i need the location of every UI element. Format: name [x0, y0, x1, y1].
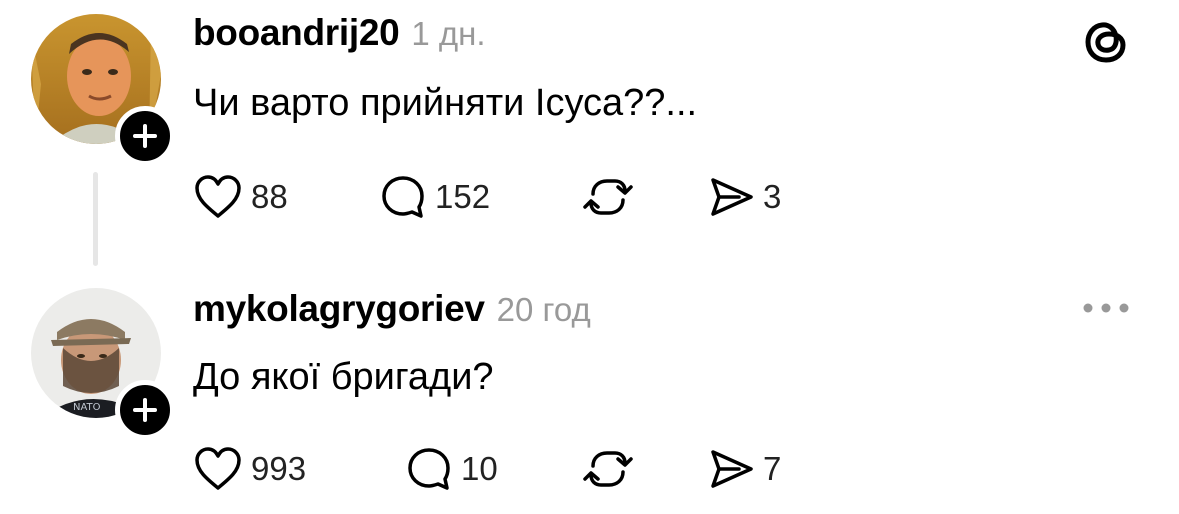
repost-button[interactable]	[583, 444, 633, 494]
reply-button[interactable]: 152	[379, 172, 490, 222]
post-actions: 88 152 3	[193, 172, 833, 222]
heart-icon	[195, 447, 241, 490]
send-icon	[711, 178, 753, 216]
post-2: NATO mykolagrygoriev 20 год До якої бриг…	[0, 270, 1179, 514]
post-1: booandrij20 1 дн. Чи варто прийняти Ісус…	[0, 0, 1179, 270]
more-options-icon[interactable]	[1080, 298, 1132, 318]
repost-icon	[583, 179, 633, 215]
repost-button[interactable]	[583, 172, 633, 222]
avatar-container	[31, 14, 175, 166]
post-header: booandrij20 1 дн.	[193, 12, 486, 62]
like-count: 88	[251, 178, 288, 215]
like-count: 993	[251, 450, 307, 487]
svg-text:NATO: NATO	[73, 402, 101, 413]
share-count: 3	[763, 178, 782, 215]
username[interactable]: mykolagrygoriev	[193, 288, 485, 330]
thread-connector-line	[93, 172, 98, 266]
post-time: 20 год	[496, 291, 591, 328]
post-actions: 993 10 7	[193, 444, 833, 494]
repost-icon	[583, 451, 633, 487]
like-button[interactable]: 993	[193, 444, 306, 494]
post-time: 1 дн.	[411, 15, 486, 52]
like-button[interactable]: 88	[193, 172, 288, 222]
heart-icon	[195, 175, 241, 218]
reply-button[interactable]: 10	[405, 444, 498, 494]
post-text: Чи варто прийняти Ісуса??...	[193, 82, 698, 124]
post-text: До якої бригади?	[193, 356, 494, 398]
follow-plus-icon[interactable]	[115, 380, 175, 440]
send-icon	[711, 450, 753, 488]
share-button[interactable]: 3	[709, 172, 781, 222]
avatar-container: NATO	[31, 288, 175, 440]
post-header: mykolagrygoriev 20 год	[193, 288, 591, 338]
comment-icon	[382, 176, 424, 218]
share-count: 7	[763, 450, 782, 487]
threads-logo-icon[interactable]	[1082, 14, 1130, 66]
reply-count: 10	[461, 450, 498, 487]
follow-plus-icon[interactable]	[115, 106, 175, 166]
username[interactable]: booandrij20	[193, 12, 400, 54]
share-button[interactable]: 7	[709, 444, 781, 494]
comment-icon	[408, 448, 450, 490]
reply-count: 152	[435, 178, 491, 215]
